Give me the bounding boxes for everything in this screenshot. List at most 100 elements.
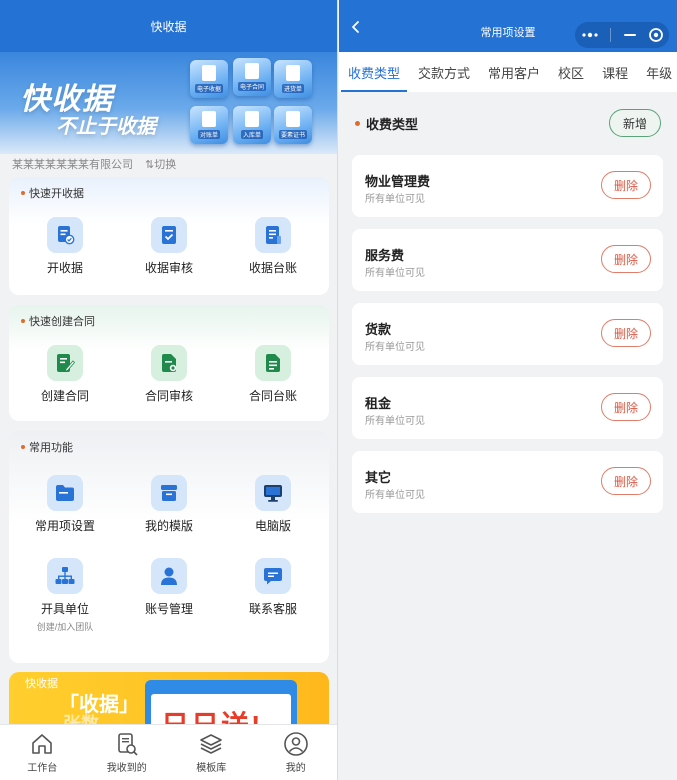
contract-review-button[interactable]: 合同审核 (119, 345, 219, 404)
grid-item-label: 我的模版 (144, 519, 193, 533)
workbench-title: 快收据 (150, 19, 187, 34)
folder-icon (47, 475, 83, 511)
item-scope: 所有单位可见 (365, 416, 425, 427)
category-tabs: 收费类型 交款方式 常用客户 校区 课程 年级 (339, 52, 677, 92)
fee-type-section-header: 收费类型 新增 (355, 108, 661, 138)
item-name: 物业管理费 (365, 174, 431, 189)
item-scope: 所有单位可见 (365, 268, 425, 279)
grid-item-sublabel: 创建/加入团队 (36, 622, 94, 632)
list-item[interactable]: 服务费 所有单位可见 删除 (352, 229, 663, 291)
company-name: 某某某某某某某有限公司 (12, 159, 133, 171)
company-bar: 某某某某某某某有限公司 ⇅切换 (0, 154, 337, 174)
delete-button[interactable]: 删除 (601, 319, 651, 347)
desktop-version-button[interactable]: 电脑版 (223, 475, 323, 534)
banner-cube: 进货单 (274, 60, 312, 98)
add-button[interactable]: 新增 (609, 109, 661, 137)
section-title: 快速开收据 (9, 177, 329, 209)
tab-label: 我的 (285, 763, 306, 774)
chat-icon (255, 558, 291, 594)
user-icon (151, 558, 187, 594)
grid-item-label: 常用项设置 (34, 519, 95, 533)
tab-fee-type[interactable]: 收费类型 (339, 52, 409, 92)
delete-button[interactable]: 删除 (601, 393, 651, 421)
delete-button[interactable]: 删除 (601, 245, 651, 273)
monitor-icon (255, 475, 291, 511)
open-receipt-button[interactable]: 开收据 (15, 217, 115, 276)
close-target-icon[interactable] (648, 27, 664, 43)
grid-item-label: 电脑版 (254, 519, 291, 533)
grid-item-label: 创建合同 (40, 389, 89, 403)
issuing-unit-button[interactable]: 开具单位 创建/加入团队 (15, 558, 115, 633)
create-contract-button[interactable]: 创建合同 (15, 345, 115, 404)
company-switch-button[interactable]: ⇅切换 (145, 156, 176, 172)
tab-templates[interactable]: 模板库 (169, 725, 254, 780)
settings-header: 常用项设置 (339, 0, 677, 52)
my-templates-button[interactable]: 我的模版 (119, 475, 219, 534)
account-management-button[interactable]: 账号管理 (119, 558, 219, 633)
banner-cube: 要素证书 (274, 106, 312, 144)
tab-workbench[interactable]: 工作台 (0, 725, 85, 780)
grid-item-label: 收据台账 (248, 261, 297, 275)
section-title: 常用功能 (9, 431, 329, 463)
banner-cube: 对账单 (190, 106, 228, 144)
item-name: 货款 (365, 322, 392, 337)
list-item[interactable]: 货款 所有单位可见 删除 (352, 303, 663, 365)
tab-grade[interactable]: 年级 (637, 52, 677, 92)
section-title: 收费类型 (355, 114, 418, 133)
grid-item-label: 联系客服 (248, 602, 297, 616)
tab-label: 我收到的 (106, 763, 147, 774)
tab-label: 工作台 (27, 763, 58, 774)
app-root: 快收据 快收据 不止于收据 电子收据 电子合同 进货单 对账单 入库单 要素证书… (0, 0, 677, 780)
tab-payment-method[interactable]: 交款方式 (409, 52, 479, 92)
more-dots-icon[interactable] (580, 30, 600, 40)
tab-course[interactable]: 课程 (593, 52, 637, 92)
tab-campus[interactable]: 校区 (549, 52, 593, 92)
bottom-tabbar: 工作台 我收到的 模板库 我的 (0, 724, 338, 780)
tab-received[interactable]: 我收到的 (85, 725, 170, 780)
quick-contract-card: 快速创建合同 创建合同 合同审核 合同台账 (9, 305, 329, 421)
common-functions-card: 常用功能 常用项设置 我的模版 电脑版 开具单位 创建/加入团队 账号管理 联系… (9, 431, 329, 663)
org-chart-icon (47, 558, 83, 594)
quick-receipt-card: 快速开收据 开收据 收据审核 收据台账 (9, 177, 329, 295)
home-icon (32, 734, 53, 754)
hero-banner[interactable]: 快收据 不止于收据 电子收据 电子合同 进货单 对账单 入库单 要素证书 (0, 52, 337, 154)
workbench-header: 快收据 (0, 0, 337, 52)
promo-banner[interactable]: 快收据 「收据」 张数 日日送! (9, 672, 329, 732)
item-scope: 所有单位可见 (365, 194, 425, 205)
profile-icon (283, 732, 308, 756)
settings-panel: 常用项设置 收费类型 交款方式 常用客户 校区 课程 年级 收费类型 新增 物业… (339, 0, 677, 780)
grid-item-label: 开具单位 (40, 602, 89, 616)
contact-support-button[interactable]: 联系客服 (223, 558, 323, 633)
contract-ledger-button[interactable]: 合同台账 (223, 345, 323, 404)
banner-cube: 电子收据 (190, 60, 228, 98)
section-title: 快速创建合同 (9, 305, 329, 337)
receipt-check-icon (151, 217, 187, 253)
contract-review-icon (151, 345, 187, 381)
contract-ledger-icon (255, 345, 291, 381)
list-item[interactable]: 物业管理费 所有单位可见 删除 (352, 155, 663, 217)
minimize-icon[interactable] (622, 30, 638, 40)
miniprogram-capsule (575, 22, 669, 48)
tab-label: 模板库 (196, 763, 227, 774)
promo-tag: 快收据 (25, 678, 58, 690)
delete-button[interactable]: 删除 (601, 467, 651, 495)
tab-common-customers[interactable]: 常用客户 (479, 52, 549, 92)
common-settings-button[interactable]: 常用项设置 (15, 475, 115, 534)
grid-item-label: 开收据 (46, 261, 83, 275)
template-box-icon (151, 475, 187, 511)
receipt-ledger-button[interactable]: 收据台账 (223, 217, 323, 276)
grid-item-label: 收据审核 (144, 261, 193, 275)
receipt-icon (47, 217, 83, 253)
grid-item-label: 账号管理 (144, 602, 193, 616)
item-scope: 所有单位可见 (365, 490, 425, 501)
receipt-ledger-icon (255, 217, 291, 253)
banner-cube: 入库单 (233, 106, 271, 144)
workbench-panel: 快收据 快收据 不止于收据 电子收据 电子合同 进货单 对账单 入库单 要素证书… (0, 0, 338, 780)
receipt-review-button[interactable]: 收据审核 (119, 217, 219, 276)
delete-button[interactable]: 删除 (601, 171, 651, 199)
list-item[interactable]: 租金 所有单位可见 删除 (352, 377, 663, 439)
banner-subtitle: 不止于收据 (56, 116, 156, 138)
tab-mine[interactable]: 我的 (254, 725, 338, 780)
layers-icon (200, 734, 223, 754)
list-item[interactable]: 其它 所有单位可见 删除 (352, 451, 663, 513)
